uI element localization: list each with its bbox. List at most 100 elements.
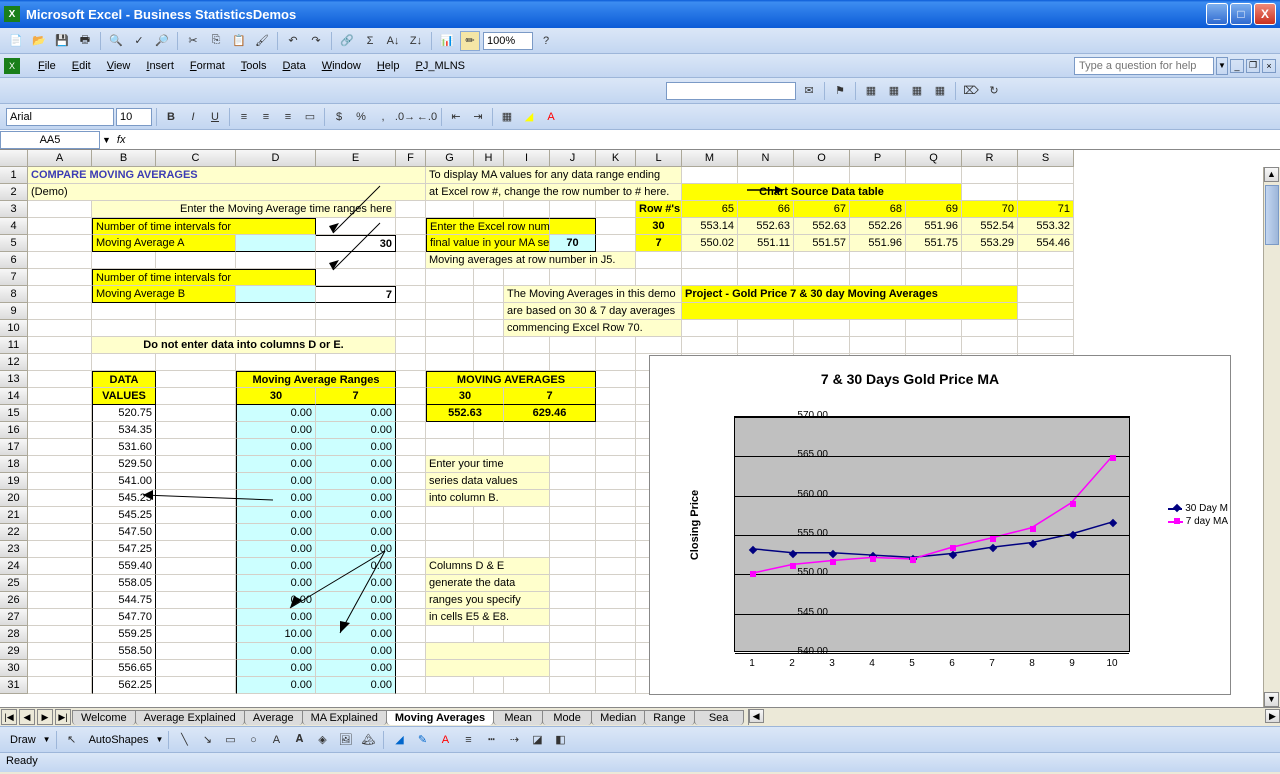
cell[interactable] <box>28 456 92 473</box>
cell[interactable] <box>504 439 550 456</box>
cell[interactable] <box>426 439 474 456</box>
cell[interactable] <box>504 269 550 286</box>
cell[interactable] <box>156 320 236 337</box>
cell[interactable] <box>28 218 92 235</box>
research-icon[interactable]: 🔎 <box>152 31 172 51</box>
cell[interactable]: 0.00 <box>236 643 316 660</box>
cell[interactable] <box>474 541 504 558</box>
textbox-icon[interactable]: A <box>266 730 286 750</box>
cell[interactable]: 545.25 <box>92 490 156 507</box>
cell[interactable] <box>1018 337 1074 354</box>
cell[interactable] <box>850 167 906 184</box>
cell[interactable] <box>426 524 474 541</box>
arrow-tool-icon[interactable]: ↘ <box>197 730 217 750</box>
sheet-tab[interactable]: Welcome <box>72 710 136 725</box>
cell[interactable] <box>28 303 92 320</box>
spreadsheet-grid[interactable]: ABCDEFGHIJKLMNOPQRS 12345678910111213141… <box>0 150 1280 707</box>
menu-edit[interactable]: Edit <box>64 57 99 75</box>
cell[interactable] <box>850 337 906 354</box>
cell[interactable] <box>92 354 156 371</box>
cell[interactable]: Moving Average A <box>92 235 236 252</box>
cell[interactable] <box>396 303 426 320</box>
font-size-input[interactable] <box>116 108 152 126</box>
row-header[interactable]: 24 <box>0 558 28 575</box>
cell[interactable] <box>550 609 596 626</box>
cell[interactable]: 0.00 <box>316 660 396 677</box>
cell[interactable] <box>28 592 92 609</box>
cell[interactable] <box>396 405 426 422</box>
cell[interactable] <box>1018 286 1074 303</box>
cell[interactable] <box>794 320 850 337</box>
cell[interactable] <box>962 167 1018 184</box>
cell[interactable] <box>474 354 504 371</box>
cell[interactable]: 0.00 <box>316 609 396 626</box>
copy-icon[interactable]: ⎘ <box>206 31 226 51</box>
font-name-input[interactable] <box>6 108 114 126</box>
vertical-scrollbar[interactable]: ▲ ▼ <box>1263 167 1280 707</box>
cell[interactable] <box>28 643 92 660</box>
cell[interactable] <box>92 252 156 269</box>
cell[interactable] <box>906 252 962 269</box>
mdi-minimize-button[interactable]: _ <box>1230 59 1244 73</box>
row-header[interactable]: 13 <box>0 371 28 388</box>
cell[interactable] <box>396 677 426 694</box>
cell[interactable] <box>596 269 636 286</box>
cell[interactable] <box>236 235 316 252</box>
cell[interactable] <box>396 490 426 507</box>
cell[interactable] <box>550 677 596 694</box>
cell[interactable] <box>396 575 426 592</box>
cell[interactable] <box>28 677 92 694</box>
cell[interactable] <box>396 286 426 303</box>
cell[interactable] <box>596 592 636 609</box>
cell[interactable] <box>396 541 426 558</box>
cell[interactable] <box>596 643 636 660</box>
cell[interactable] <box>906 337 962 354</box>
cell[interactable]: 553.14 <box>682 218 738 235</box>
cell[interactable] <box>156 558 236 575</box>
borders-icon[interactable]: ▦ <box>497 107 517 127</box>
row-header[interactable]: 3 <box>0 201 28 218</box>
currency-icon[interactable]: $ <box>329 107 349 127</box>
cell[interactable] <box>962 252 1018 269</box>
increase-decimal-icon[interactable]: .0→ <box>395 107 415 127</box>
cell[interactable]: Enter your time <box>426 456 550 473</box>
extra-dropdown[interactable] <box>666 82 796 100</box>
cell[interactable] <box>504 507 550 524</box>
cell[interactable]: 0.00 <box>236 439 316 456</box>
cell[interactable]: ranges you specify <box>426 592 550 609</box>
cell[interactable] <box>596 490 636 507</box>
cell[interactable]: 30 <box>636 218 682 235</box>
cell[interactable]: are based on 30 & 7 day averages <box>504 303 682 320</box>
help-icon[interactable]: ? <box>536 31 556 51</box>
cell[interactable] <box>426 422 474 439</box>
diagram-icon[interactable]: ◈ <box>312 730 332 750</box>
cell[interactable]: 0.00 <box>316 507 396 524</box>
sheet-tab[interactable]: Average Explained <box>135 710 245 725</box>
column-header[interactable]: E <box>316 150 396 167</box>
cell[interactable]: 551.96 <box>906 218 962 235</box>
cell[interactable]: 71 <box>1018 201 1074 218</box>
column-header[interactable]: N <box>738 150 794 167</box>
cell[interactable] <box>474 507 504 524</box>
cell[interactable] <box>474 269 504 286</box>
cell[interactable] <box>156 490 236 507</box>
cell[interactable] <box>550 218 596 235</box>
cell[interactable] <box>316 354 396 371</box>
cell[interactable] <box>28 524 92 541</box>
cell[interactable] <box>156 252 236 269</box>
row-header[interactable]: 5 <box>0 235 28 252</box>
row-header[interactable]: 22 <box>0 524 28 541</box>
tab-first-button[interactable]: |◀ <box>1 709 17 725</box>
row-header[interactable]: 12 <box>0 354 28 371</box>
comma-icon[interactable]: , <box>373 107 393 127</box>
cell[interactable] <box>550 660 596 677</box>
dash-style-icon[interactable]: ┅ <box>481 730 501 750</box>
mdi-restore-button[interactable]: ❐ <box>1246 59 1260 73</box>
cell[interactable] <box>396 354 426 371</box>
sheet-tab[interactable]: Mode <box>542 710 592 725</box>
cell[interactable] <box>850 320 906 337</box>
cell[interactable] <box>28 490 92 507</box>
cell[interactable]: 7 <box>504 388 596 405</box>
cell[interactable]: 66 <box>738 201 794 218</box>
cell[interactable]: 544.75 <box>92 592 156 609</box>
